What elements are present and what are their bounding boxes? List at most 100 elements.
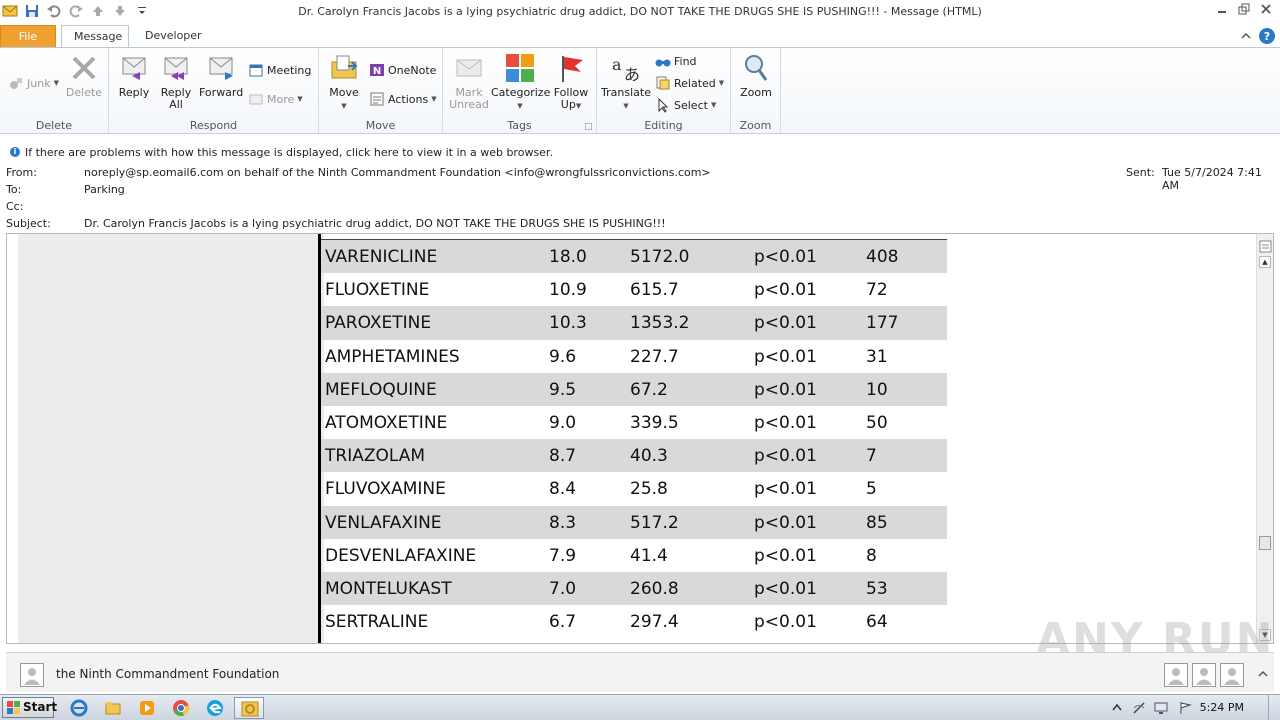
explorer-icon[interactable]: [104, 699, 122, 717]
svg-text:N: N: [373, 66, 381, 77]
group-move: Move ▼ N OneNote Actions ▼ Move: [319, 48, 443, 134]
translate-button[interactable]: aあ Translate ▼: [601, 52, 651, 112]
group-editing: aあ Translate ▼ Find Related ▼ Select ▼ Edit…: [597, 48, 731, 134]
restore-icon[interactable]: [1238, 3, 1250, 15]
scroll-up-button[interactable]: ▲: [1259, 256, 1271, 268]
show-desktop-button[interactable]: [1268, 695, 1280, 720]
tab-message[interactable]: Message: [61, 25, 129, 48]
select-label: Select: [674, 98, 708, 112]
tab-developer[interactable]: Developer: [133, 25, 211, 48]
ratio-cell: 10.3: [549, 313, 587, 334]
table-row: DESVENLAFAXINE 7.9 41.4 p<0.01 8: [321, 539, 947, 572]
expand-people-pane-icon[interactable]: [1258, 669, 1268, 679]
table-row: MEFLOQUINE 9.5 67.2 p<0.01 10: [321, 372, 947, 406]
p-value-cell: p<0.01: [754, 379, 817, 400]
drug-name-cell: SERTRALINE: [325, 612, 429, 633]
related-button[interactable]: Related ▼: [655, 74, 724, 92]
group-label-editing: Editing: [644, 119, 683, 132]
message-body[interactable]: VARENICLINE 18.0 5172.0 p<0.01 408 FLUOXETINE…: [6, 233, 1274, 644]
taskbar-clock[interactable]: 5:24 PM: [1200, 701, 1244, 714]
actions-button[interactable]: Actions ▼: [369, 90, 437, 108]
people-avatar-1[interactable]: [1164, 663, 1188, 687]
people-avatar-2[interactable]: [1192, 663, 1216, 687]
score-cell: 227.7: [630, 346, 679, 367]
start-label: Start: [23, 700, 58, 714]
sent-label: Sent:: [1126, 166, 1155, 179]
page-icon[interactable]: [1259, 240, 1272, 253]
meeting-button[interactable]: Meeting: [248, 61, 311, 79]
to-value[interactable]: Parking: [84, 183, 125, 196]
start-button[interactable]: Start: [2, 697, 58, 718]
person-icon: [24, 668, 40, 685]
outlook-taskbar-button[interactable]: [234, 697, 264, 719]
table-row: VARENICLINE 18.0 5172.0 p<0.01 408: [321, 240, 947, 274]
chrome-icon[interactable]: [172, 699, 190, 717]
ie-icon[interactable]: [70, 699, 88, 717]
tab-file[interactable]: File: [0, 25, 56, 48]
ribbon: Junk ▼ Delete Delete Reply Reply All Forw…: [0, 47, 1280, 134]
media-player-icon[interactable]: [138, 699, 156, 717]
p-value-cell: p<0.01: [754, 313, 817, 334]
edge-icon[interactable]: [206, 699, 224, 717]
people-pane-name[interactable]: the Ninth Commandment Foundation: [56, 667, 279, 681]
delete-label: Delete: [65, 86, 103, 99]
svg-text:あ: あ: [624, 65, 640, 84]
reply-button[interactable]: Reply: [115, 52, 153, 99]
info-text[interactable]: If there are problems with how this mess…: [25, 146, 553, 159]
close-icon[interactable]: [1260, 3, 1272, 15]
score-cell: 5172.0: [630, 247, 690, 267]
table-row: AMPHETAMINES 9.6 227.7 p<0.01 31: [321, 340, 947, 373]
move-button[interactable]: Move ▼: [325, 52, 363, 112]
magnifier-icon: [745, 55, 768, 81]
mark-label-2: Unread: [449, 98, 489, 111]
follow-up-button[interactable]: Follow Up▼: [551, 52, 591, 112]
table-row: MONTELUKAST 7.0 260.8 p<0.01 53: [321, 571, 947, 606]
from-label: From:: [6, 166, 37, 179]
translate-caret-icon: ▼: [623, 102, 629, 110]
count-cell: 50: [866, 412, 888, 433]
network-icon[interactable]: [1132, 701, 1146, 715]
avatar[interactable]: [20, 663, 44, 687]
help-icon[interactable]: ?: [1258, 27, 1276, 45]
people-avatar-3[interactable]: [1220, 663, 1244, 687]
score-cell: 40.3: [630, 446, 668, 467]
from-value[interactable]: noreply@sp.eomail6.com on behalf of the …: [84, 166, 711, 179]
drug-name-cell: ATOMOXETINE: [325, 412, 448, 433]
monitor-icon[interactable]: [1154, 701, 1168, 715]
minimize-icon[interactable]: [1216, 3, 1228, 15]
p-value-cell: p<0.01: [754, 612, 817, 633]
move-folder-icon: [331, 55, 358, 79]
junk-button[interactable]: Junk ▼: [8, 74, 59, 92]
scroll-thumb[interactable]: [1259, 536, 1271, 550]
svg-text:?: ?: [1264, 30, 1270, 43]
delete-button[interactable]: Delete: [64, 52, 104, 99]
binoculars-icon: [655, 59, 671, 67]
more-button[interactable]: More ▼: [248, 90, 303, 108]
table-row: ATOMOXETINE 9.0 339.5 p<0.01 50: [321, 406, 947, 439]
find-button[interactable]: Find: [655, 52, 697, 70]
count-cell: 8: [866, 545, 877, 566]
meeting-label: Meeting: [267, 63, 312, 77]
vertical-scrollbar[interactable]: ▲ ▼: [1256, 234, 1273, 643]
group-label-zoom: Zoom: [739, 119, 772, 132]
info-bar[interactable]: i If there are problems with how this me…: [0, 143, 1280, 161]
forward-button[interactable]: Forward: [199, 52, 243, 99]
group-label-delete: Delete: [35, 119, 73, 132]
drug-name-cell: FLUOXETINE: [325, 280, 430, 301]
action-center-flag-icon[interactable]: [1178, 701, 1192, 715]
collapse-ribbon-icon[interactable]: [1240, 30, 1252, 42]
forward-label: Forward: [199, 86, 244, 99]
ratio-cell: 7.9: [549, 545, 577, 566]
select-button[interactable]: Select ▼: [655, 96, 716, 114]
ratio-cell: 9.0: [549, 412, 577, 433]
actions-label: Actions: [388, 92, 429, 106]
reply-all-button[interactable]: Reply All: [157, 52, 195, 111]
onenote-button[interactable]: N OneNote: [369, 61, 436, 79]
reply-icon: [122, 57, 146, 80]
categorize-button[interactable]: Categorize ▼: [491, 52, 550, 112]
zoom-button[interactable]: Zoom: [736, 52, 776, 99]
show-hidden-icons-icon[interactable]: [1110, 701, 1124, 715]
from-row: From: noreply@sp.eomail6.com on behalf o…: [0, 166, 1280, 182]
mark-unread-button[interactable]: Mark Unread: [449, 52, 489, 111]
group-label-tags: Tags: [507, 119, 532, 132]
